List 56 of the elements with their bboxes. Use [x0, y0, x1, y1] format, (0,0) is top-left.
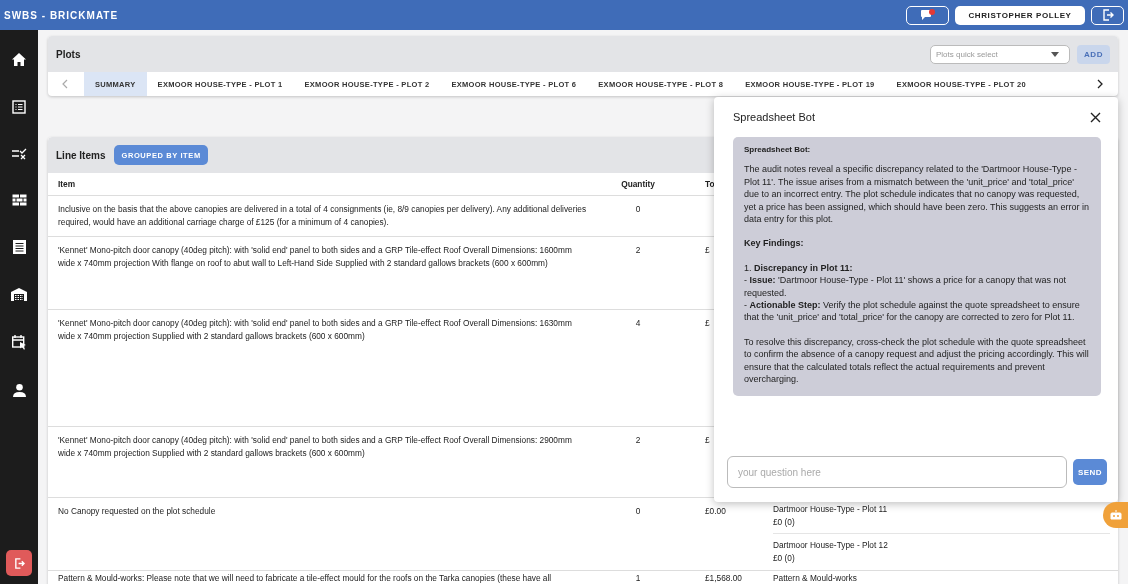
logout-button[interactable]	[1091, 5, 1124, 25]
logout-icon	[1101, 9, 1114, 21]
table-cell: £	[705, 435, 710, 445]
table-cell: £	[705, 318, 710, 328]
column-header: Quantity	[620, 177, 656, 191]
person-icon[interactable]	[12, 384, 26, 397]
logout-icon	[13, 557, 25, 569]
plot-name: Pattern & Mould-works	[773, 573, 858, 584]
logout-button[interactable]	[6, 550, 32, 576]
message-line: - Issue: 'Dartmoor House-Type - Plot 11' shows a price for a canopy that was not requested.	[744, 274, 1067, 300]
table-cell: £	[705, 245, 710, 255]
plot-amount: £0 (0)	[773, 515, 796, 528]
table-cell-text: 2	[634, 434, 642, 447]
card-title: Line Items	[56, 149, 106, 161]
plot-amount: £0 (0)	[773, 551, 796, 564]
chevron-right-icon[interactable]	[1097, 79, 1103, 89]
column-header: Item	[57, 177, 77, 191]
table-cell-text: 'Kennet' Mono-pitch door canopy (40deg pitch): with 'solid end' panel to both sides and a GRP Tile-effect Roof Overall Dimensions: 2900mm wide x 740mm projection Supplied with 2 standard gallows brackets (600 x 600mm)	[57, 434, 573, 460]
column-header: To	[705, 178, 715, 189]
message-heading: Key Findings:	[744, 237, 805, 250]
table-cell-text: No Canopy requested on the plot schedule	[57, 505, 217, 518]
warehouse-icon[interactable]	[11, 288, 27, 301]
table-cell: £0.00	[705, 506, 726, 516]
message-line: - Actionable Step: Verify the plot schedule against the quote spreadsheet to ensure that the 'unit_price' and 'total_price' for the canopy are corrected to zero for Plot 11.	[744, 299, 1081, 324]
plot-name: Dartmoor House-Type - Plot 11	[773, 503, 889, 516]
app-title: SWBS - BRICKMATE	[4, 9, 119, 21]
table-cell-text: 1	[634, 572, 642, 584]
chat-icon	[919, 9, 936, 21]
checklist-icon[interactable]	[11, 148, 27, 160]
close-icon[interactable]	[1090, 111, 1101, 123]
table-cell: £1,568.00	[705, 573, 742, 583]
sender-name: Spreadsheet Bot:	[744, 144, 812, 156]
home-icon[interactable]	[12, 53, 26, 66]
table-cell-text: 2	[634, 244, 642, 257]
list-icon[interactable]	[12, 100, 26, 114]
user-button[interactable]: CHRISTOPHER POLLEY	[955, 5, 1085, 25]
plot-name: Dartmoor House-Type - Plot 12	[773, 539, 889, 552]
table-cell-text: 'Kennet' Mono-pitch door canopy (40deg pitch): with 'solid end' panel to both sides and a GRP Tile-effect Roof Overall Dimensions: 1630mm wide x 740mm projection Supplied with 2 standard gallows brackets (600 x 600mm)	[57, 317, 573, 343]
table-cell-text: 'Kennet' Mono-pitch door canopy (40deg pitch): with 'solid end' panel to both sides and a GRP Tile-effect Roof Overall Dimensions: 1600mm wide x 740mm projection With flange on roof to abut wall to Left-Hand Side Supplied with 2 standard gallows brackets (600 x 600mm)	[57, 244, 573, 270]
panel-title: Spreadsheet Bot	[733, 111, 815, 123]
table-cell-text: Pattern & Mould-works: Please note that we will need to fabricate a tile-effect mould for the roofs on the Tarka canopies (these have all	[57, 572, 553, 584]
table-cell-text: 0	[634, 505, 642, 518]
document-icon[interactable]	[12, 240, 26, 254]
table-cell-text: Inclusive on the basis that the above canopies are delivered in a total of 4 consignments (ie, 8/9 canopies per delivery). Any additional deliveries required, would have an additional carriage charge of £125 (for a minimum of 4 canopies).	[57, 203, 588, 229]
table-cell-text: 4	[634, 317, 642, 330]
message-line: 1. Discrepancy in Plot 11:	[744, 261, 854, 275]
table-cell-text: 0	[634, 203, 642, 216]
question-field[interactable]: your question here	[727, 456, 1067, 488]
caret-icon	[1051, 51, 1059, 57]
robot-icon	[1110, 510, 1122, 520]
message-text: The audit notes reveal a specific discrepancy related to the 'Dartmoor House-Type - Plot 11'. The issue arises from a mismatch between the 'unit_price' and 'total_price' due to an incorrect entry. The plot schedule indicates that no canopy was requested, yet a price has been assigned, which should have been zero. This suggests an error in data entry for this plot.	[744, 163, 1090, 226]
calendar-icon[interactable]	[11, 335, 27, 350]
card-title: Plots	[56, 48, 81, 60]
brick-wall-icon[interactable]	[11, 194, 27, 206]
chat-button[interactable]	[906, 5, 949, 25]
message-text: To resolve this discrepancy, cross-check the plot schedule with the quote spreadsheet to confirm the absence of a canopy request and adjust the pricing accordingly. This will ensure that the calculated totals reflect the actual requirements and prevent overcharging.	[744, 335, 1090, 386]
